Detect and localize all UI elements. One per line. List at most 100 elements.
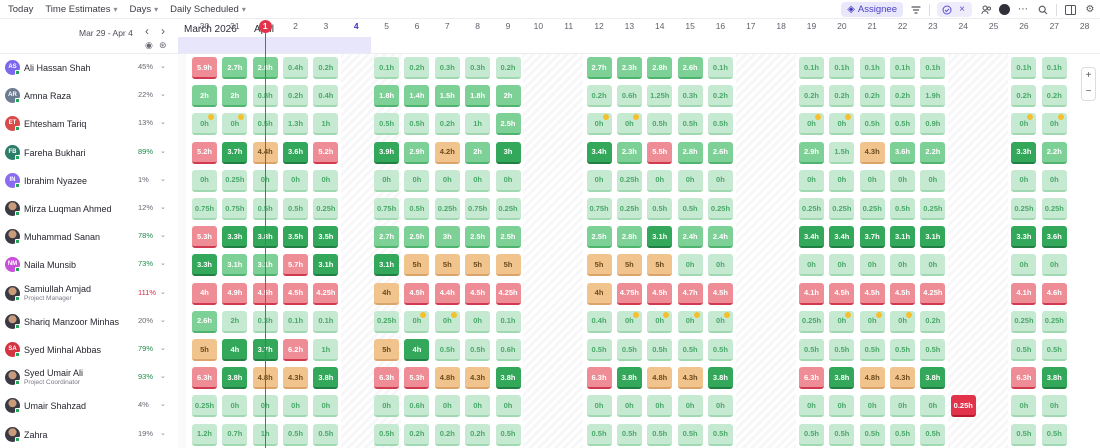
workload-cell[interactable]: 3.7h [859, 226, 885, 249]
workload-cell[interactable]: 0.2h [829, 85, 855, 108]
assignee-group-button[interactable]: ◈ Assignee [841, 2, 903, 17]
workload-cell[interactable]: 0.5h [586, 339, 612, 361]
people-icon[interactable] [976, 0, 996, 19]
workload-cell[interactable]: 4.8h [859, 367, 885, 390]
workload-cell[interactable]: 0h [859, 395, 885, 418]
workload-cell[interactable]: 0.5h [799, 339, 824, 361]
workload-cell[interactable]: 0.3h [434, 57, 460, 79]
workload-cell[interactable]: 3.8h [616, 367, 642, 390]
workload-cell[interactable]: 0h [1041, 169, 1067, 192]
workload-cell[interactable]: 5.2h [192, 141, 217, 164]
workload-cell[interactable]: 0.75h [222, 198, 248, 220]
member-info[interactable]: Muhammad Sanan 78% ⌄ [0, 223, 178, 252]
workload-cell[interactable]: 0h [829, 169, 855, 192]
workload-cell[interactable]: 3h [434, 226, 460, 249]
workload-cell[interactable]: 0.2h [1011, 85, 1037, 108]
workload-cell[interactable]: 0.5h [495, 423, 521, 446]
workload-cell[interactable]: 4.5h [890, 282, 916, 305]
selected-filter-pill[interactable]: × [937, 2, 972, 17]
workload-cell[interactable]: 2.7h [222, 57, 248, 79]
workload-cell[interactable]: 0.2h [465, 423, 491, 446]
workload-cell[interactable]: 0h [859, 310, 885, 333]
workload-cell[interactable]: 0.5h [404, 198, 430, 220]
workload-cell[interactable]: 3.7h [222, 141, 248, 164]
workload-cell[interactable]: 1h [313, 113, 339, 136]
workload-cell[interactable]: 0.6h [495, 339, 521, 361]
workload-cell[interactable]: 0.75h [192, 198, 217, 220]
workload-cell[interactable]: 0h [616, 310, 642, 333]
workload-cell[interactable]: 3.3h [1011, 226, 1037, 249]
workload-cell[interactable]: 1.9h [920, 85, 946, 108]
workload-cell[interactable]: 0.5h [1041, 339, 1067, 361]
workload-cell[interactable]: 2.6h [677, 57, 703, 79]
workload-cell[interactable]: 0h [404, 169, 430, 192]
workload-cell[interactable]: 2.5h [495, 226, 521, 249]
workload-cell[interactable]: 0.1h [495, 310, 521, 333]
workload-cell[interactable]: 0h [434, 169, 460, 192]
expand-chevron-icon[interactable]: ⌄ [160, 259, 166, 267]
member-info[interactable]: SA Syed Minhal Abbas 79% ⌄ [0, 336, 178, 364]
workload-cell[interactable]: 3.8h [313, 367, 339, 390]
settings-icon[interactable]: ⚙ [1080, 0, 1100, 19]
workload-cell[interactable]: 0h [374, 395, 400, 418]
workload-cell[interactable]: 0h [920, 254, 946, 277]
workload-cell[interactable]: 0.4h [313, 85, 339, 108]
workload-cell[interactable]: 0.5h [313, 423, 339, 446]
workload-cell[interactable]: 2.9h [404, 141, 430, 164]
expand-chevron-icon[interactable]: ⌄ [160, 372, 166, 380]
expand-chevron-icon[interactable]: ⌄ [160, 62, 166, 70]
toggle-icon[interactable]: ⊛ [159, 40, 167, 51]
workload-cell[interactable]: 3.8h [495, 367, 521, 390]
member-info[interactable]: IN Ibrahim Nyazee 1% ⌄ [0, 166, 178, 195]
workload-cell[interactable]: 0h [222, 113, 248, 136]
workload-cell[interactable]: 1.5h [829, 141, 855, 164]
workload-cell[interactable]: 6.3h [192, 367, 217, 390]
workload-cell[interactable]: 2.5h [465, 226, 491, 249]
workload-cell[interactable]: 0h [799, 254, 824, 277]
workload-cell[interactable]: 0.2h [920, 310, 946, 333]
workload-cell[interactable]: 0.5h [859, 423, 885, 446]
workload-cell[interactable]: 0h [859, 254, 885, 277]
workload-cell[interactable]: 0.75h [465, 198, 491, 220]
workload-cell[interactable]: 3.6h [890, 141, 916, 164]
workload-cell[interactable]: 0h [404, 310, 430, 333]
workload-cell[interactable]: 4.3h [859, 141, 885, 164]
user-avatar[interactable] [999, 4, 1010, 15]
expand-chevron-icon[interactable]: ⌄ [160, 175, 166, 183]
workload-cell[interactable]: 5h [192, 339, 217, 361]
workload-cell[interactable]: 5.9h [192, 57, 217, 79]
workload-cell[interactable]: 0h [829, 395, 855, 418]
workload-cell[interactable]: 3.1h [920, 226, 946, 249]
workload-cell[interactable]: 0.5h [677, 423, 703, 446]
workload-cell[interactable]: 0.1h [920, 57, 946, 79]
workload-cell[interactable]: 0.3h [465, 57, 491, 79]
workload-cell[interactable]: 4.3h [677, 367, 703, 390]
workload-cell[interactable]: 0h [465, 310, 491, 333]
workload-cell[interactable]: 5.3h [404, 367, 430, 390]
workload-cell[interactable]: 0h [859, 169, 885, 192]
workload-cell[interactable]: 0.9h [920, 113, 946, 136]
workload-cell[interactable]: 1.8h [465, 85, 491, 108]
workload-cell[interactable]: 0.5h [707, 423, 733, 446]
workload-cell[interactable]: 0h [586, 169, 612, 192]
workload-cell[interactable]: 0.5h [920, 339, 946, 361]
workload-cell[interactable]: 1.3h [283, 113, 309, 136]
workload-cell[interactable]: 0h [222, 395, 248, 418]
workload-cell[interactable]: 0h [829, 310, 855, 333]
workload-cell[interactable]: 4.1h [1011, 282, 1037, 305]
workload-cell[interactable]: 4.8h [434, 367, 460, 390]
workload-cell[interactable]: 2h [465, 141, 491, 164]
workload-cell[interactable]: 0.25h [799, 198, 824, 220]
workload-cell[interactable]: 4.75h [616, 282, 642, 305]
workload-cell[interactable]: 2.4h [707, 226, 733, 249]
expand-chevron-icon[interactable]: ⌄ [160, 203, 166, 211]
workload-cell[interactable]: 6.3h [586, 367, 612, 390]
prev-week-icon[interactable]: ‹ [145, 24, 149, 38]
workload-cell[interactable]: 0h [647, 169, 673, 192]
workload-cell[interactable]: 4.25h [495, 282, 521, 305]
expand-chevron-icon[interactable]: ⌄ [160, 90, 166, 98]
workload-cell[interactable]: 0h [1041, 113, 1067, 136]
workload-cell[interactable]: 0.25h [313, 198, 339, 220]
expand-chevron-icon[interactable]: ⌄ [160, 288, 166, 296]
workload-cell[interactable]: 0h [313, 395, 339, 418]
